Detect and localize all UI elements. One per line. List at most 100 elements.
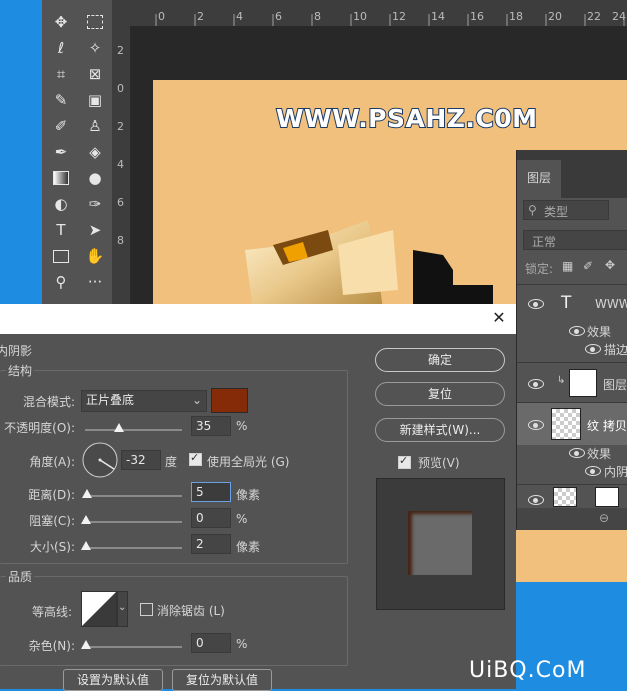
ruler-tick-label: 8 <box>314 10 321 23</box>
blur-tool-icon[interactable]: ● <box>82 166 108 190</box>
more-tools-icon[interactable]: ··· <box>82 270 108 294</box>
opacity-input[interactable]: 35 <box>191 416 231 436</box>
distance-input[interactable]: 5 <box>191 482 231 502</box>
global-light-checkbox[interactable] <box>189 451 202 466</box>
chevron-down-icon: ⌄ <box>118 602 127 613</box>
crop-tool-icon[interactable]: ⌗ <box>48 62 74 86</box>
dodge-tool-icon[interactable]: ◐ <box>48 192 74 216</box>
reset-button[interactable]: 复位 <box>375 382 505 406</box>
ok-button[interactable]: 确定 <box>375 348 505 372</box>
layer-effects-row[interactable]: 效果 <box>517 322 627 340</box>
contour-label: 等高线: <box>31 605 72 619</box>
layer-row-partial[interactable] <box>517 484 627 509</box>
close-icon[interactable]: ✕ <box>490 309 508 327</box>
global-light-label: 使用全局光 (G) <box>207 455 290 469</box>
stamp-tool-icon[interactable]: ♙ <box>82 114 108 138</box>
visibility-eye-icon[interactable] <box>528 495 544 505</box>
noise-input[interactable]: 0 <box>191 633 231 653</box>
angle-input[interactable]: -32 <box>121 450 161 470</box>
choke-slider-track[interactable] <box>85 521 182 523</box>
set-default-button[interactable]: 设置为默认值 <box>63 669 163 691</box>
opacity-unit: % <box>236 419 248 433</box>
visibility-eye-icon[interactable] <box>528 420 544 430</box>
eyedropper-icon[interactable]: ✎ <box>48 88 74 112</box>
new-style-button[interactable]: 新建样式(W)... <box>375 418 505 442</box>
layer-row-selected[interactable]: 纹 拷贝 <box>517 402 627 445</box>
path-select-icon[interactable]: ➤ <box>82 218 108 242</box>
ruler-tick-label: 18 <box>509 10 523 23</box>
noise-slider-track[interactable] <box>85 646 182 648</box>
layer-name: 纹 拷贝 <box>587 419 627 433</box>
style-preview <box>376 478 505 610</box>
blend-mode-label: 混合模式: <box>22 395 75 409</box>
eraser-tool-icon[interactable]: ◈ <box>82 140 108 164</box>
layer-row-text[interactable]: T WWW. <box>517 284 627 323</box>
layer-filter-select[interactable]: ⚲ 类型 <box>523 200 609 220</box>
effects-label: 效果 <box>587 325 612 339</box>
effects-label: 效果 <box>587 447 612 461</box>
shadow-color-swatch[interactable] <box>211 388 248 413</box>
visibility-eye-icon[interactable] <box>528 379 544 389</box>
horizontal-ruler: 0 2 4 6 8 10 12 14 16 18 20 22 24 <box>112 0 627 27</box>
magic-wand-icon[interactable]: ✧ <box>82 36 108 60</box>
blend-mode-value: 正片叠底 <box>86 393 135 407</box>
preview-checkbox[interactable] <box>398 454 411 469</box>
frame-tool-icon[interactable]: ⊠ <box>82 62 108 86</box>
zoom-tool-icon[interactable]: ⚲ <box>48 270 74 294</box>
lock-paint-icon[interactable]: ✐ <box>583 259 593 273</box>
choke-slider-thumb[interactable] <box>81 515 91 524</box>
tab-layers-label: 图层 <box>527 171 552 185</box>
layer-effects-row[interactable]: 效果 <box>517 444 627 462</box>
noise-slider-thumb[interactable] <box>81 640 91 649</box>
visibility-eye-icon[interactable] <box>569 448 585 458</box>
visibility-eye-icon[interactable] <box>528 299 544 309</box>
antialias-checkbox[interactable] <box>140 603 153 616</box>
layer-style-dialog: ✕ 内阴影 结构 混合模式: 正片叠底 ⌄ 不透明度(O): 35 % 角度(A… <box>0 304 516 691</box>
pen-tool-icon[interactable]: ✑ <box>82 192 108 216</box>
opacity-slider-thumb[interactable] <box>113 423 124 432</box>
effect-name: 内阴 <box>604 465 627 479</box>
marquee-tool-icon[interactable] <box>82 10 108 34</box>
structure-title: 结构 <box>6 362 35 379</box>
noise-label: 杂色(N): <box>28 639 75 653</box>
watermark-text: WWW.PSAHZ.C0M <box>275 103 538 134</box>
ruler-tick-label: 22 <box>587 10 601 23</box>
ruler-tick-label: 10 <box>353 10 367 23</box>
type-tool-icon[interactable]: T <box>48 218 74 242</box>
size-input[interactable]: 2 <box>191 534 231 554</box>
rectangle-tool-icon[interactable] <box>48 244 74 268</box>
layer-name: 图层 <box>603 378 627 392</box>
reset-default-button[interactable]: 复位为默认值 <box>172 669 272 691</box>
size-slider-track[interactable] <box>85 547 182 549</box>
brush-tool-icon[interactable]: ✐ <box>48 114 74 138</box>
gradient-tool-icon[interactable] <box>48 166 74 190</box>
blend-mode-dropdown[interactable]: 正片叠底 ⌄ <box>81 390 207 412</box>
layer-effect-stroke-row[interactable]: 描边 <box>517 340 627 358</box>
lock-transparent-icon[interactable]: ▦ <box>562 259 573 273</box>
ruler-tick-label: 24 <box>612 10 626 23</box>
contour-preview[interactable] <box>81 591 117 627</box>
patch-tool-icon[interactable]: ▣ <box>82 88 108 112</box>
lock-position-icon[interactable]: ✥ <box>605 258 615 272</box>
distance-slider-thumb[interactable] <box>81 489 92 498</box>
hand-tool-icon[interactable]: ✋ <box>82 244 108 268</box>
lasso-tool-icon[interactable]: ℓ <box>48 36 74 60</box>
choke-input[interactable]: 0 <box>191 508 231 528</box>
visibility-eye-icon[interactable] <box>585 466 601 476</box>
blend-mode-select[interactable]: 正常 <box>523 230 627 250</box>
layer-effect-inner-shadow-row[interactable]: 内阴 <box>517 462 627 480</box>
opacity-slider-track[interactable] <box>85 429 182 431</box>
chevron-down-icon: ⌄ <box>191 393 202 407</box>
contour-dropdown[interactable]: ⌄ <box>117 591 128 627</box>
layer-row-image[interactable]: ↳ 图层 <box>517 362 627 403</box>
visibility-eye-icon[interactable] <box>569 326 585 336</box>
history-brush-icon[interactable]: ✒ <box>48 140 74 164</box>
layer-mask-thumbnail <box>595 487 619 507</box>
visibility-eye-icon[interactable] <box>585 344 601 354</box>
link-layers-icon[interactable]: ⊖ <box>599 511 609 525</box>
size-slider-thumb[interactable] <box>80 541 91 550</box>
tab-layers[interactable]: 图层 <box>517 160 561 198</box>
distance-slider-track[interactable] <box>85 495 182 497</box>
move-tool-icon[interactable]: ✥ <box>48 10 74 34</box>
angle-dial[interactable] <box>81 441 119 479</box>
